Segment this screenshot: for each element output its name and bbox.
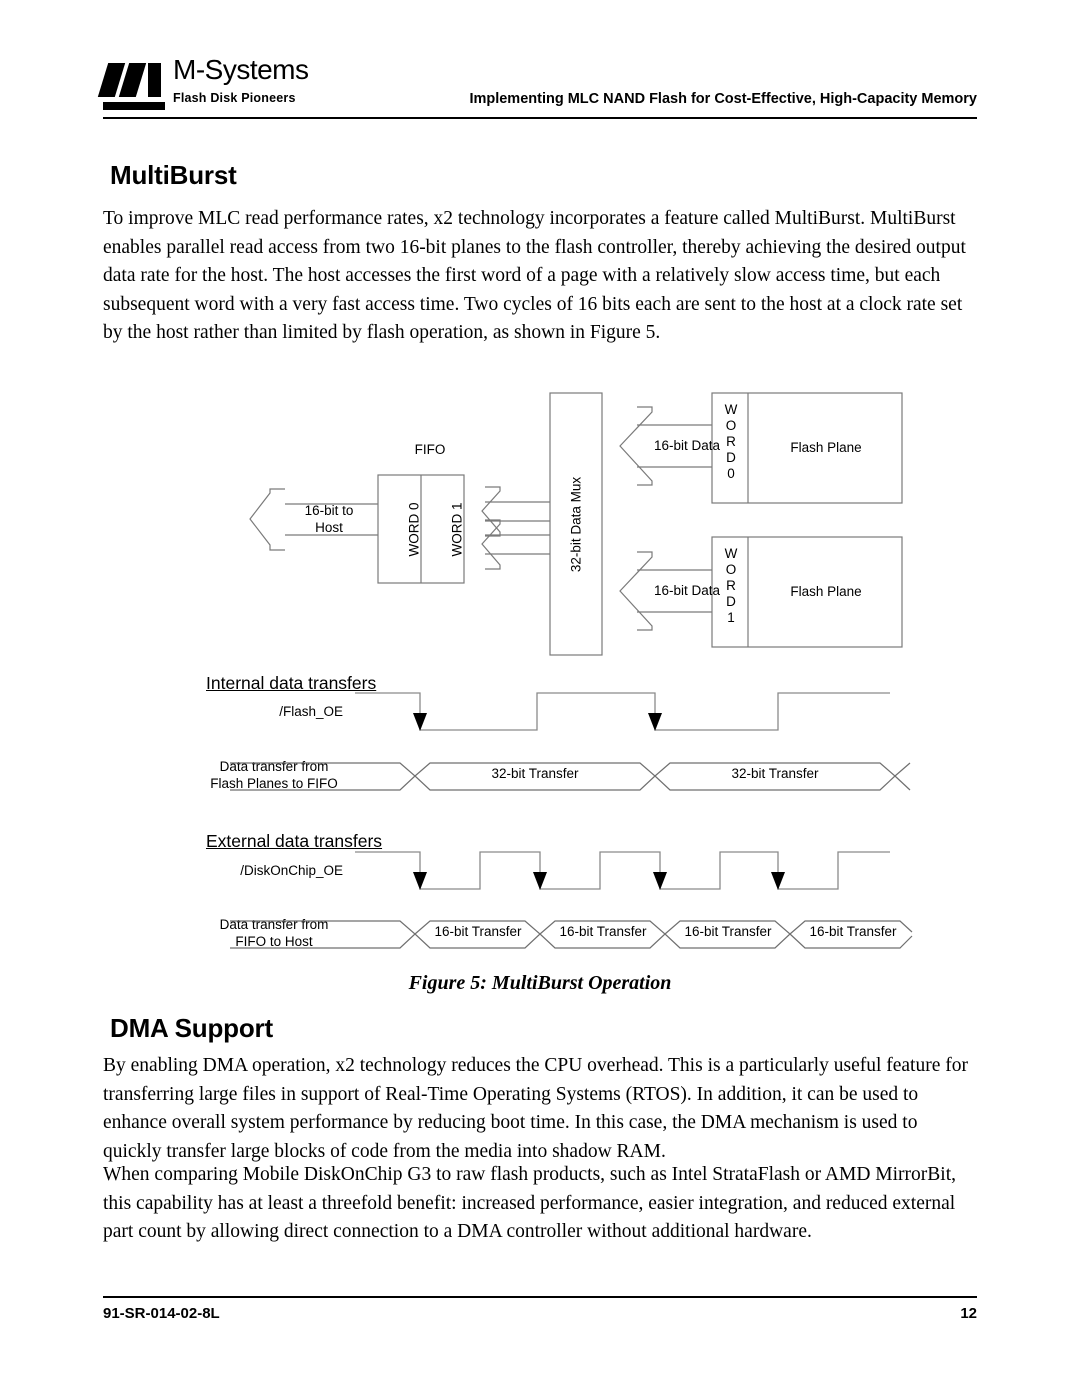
fifo-word0-label: WORD 0 xyxy=(406,502,422,557)
header-title: Implementing MLC NAND Flash for Cost-Eff… xyxy=(469,91,977,107)
host-arrow-label: 16-bit to Host xyxy=(304,503,354,535)
footer-divider xyxy=(103,1296,977,1298)
multiburst-paragraph: To improve MLC read performance rates, x… xyxy=(103,208,966,344)
diskonchip-oe-waveform xyxy=(355,851,890,890)
flash-plane-1-label: Flash Plane xyxy=(790,584,862,599)
fifo-word1-label: WORD 1 xyxy=(449,502,465,557)
figure-caption: Figure 5: MultiBurst Operation xyxy=(408,972,672,994)
internal-bus-value-1: 32-bit Transfer xyxy=(731,766,819,781)
fifo-title: FIFO xyxy=(414,442,446,457)
footer-document-id: 91-SR-014-02-8L xyxy=(103,1305,220,1322)
external-bus-value-0: 16-bit Transfer xyxy=(434,924,522,939)
logo-mark-icon xyxy=(97,63,165,97)
word1-stack-label: W O R D 1 xyxy=(724,546,738,625)
document-page: M-Systems Flash Disk Pioneers Implementi… xyxy=(0,0,1080,1397)
logo-tagline: Flash Disk Pioneers xyxy=(173,91,296,105)
m-systems-logo: M-Systems Flash Disk Pioneers xyxy=(97,54,309,114)
dma-paragraph-1: By enabling DMA operation, x2 technology… xyxy=(103,1055,968,1162)
figure-multiburst-operation: FIFO WORD 0 WORD 1 32-bit Data Mux 16-bi… xyxy=(200,385,920,965)
external-bus-value-1: 16-bit Transfer xyxy=(559,924,647,939)
flash-oe-waveform xyxy=(355,692,890,731)
word0-stack-label: W O R D 0 xyxy=(724,402,738,481)
external-bus-value-2: 16-bit Transfer xyxy=(684,924,772,939)
page-title-multiburst: MultiBurst xyxy=(110,160,237,190)
logo-name: M-Systems xyxy=(173,54,309,85)
footer-page-number: 12 xyxy=(960,1305,977,1322)
page-header: M-Systems Flash Disk Pioneers Implementi… xyxy=(97,54,977,120)
flash-plane-0-label: Flash Plane xyxy=(790,440,862,455)
dma-paragraph-2: When comparing Mobile DiskOnChip G3 to r… xyxy=(103,1164,957,1243)
header-divider xyxy=(103,117,977,119)
mux-label: 32-bit Data Mux xyxy=(568,476,584,573)
page-title-dma-support: DMA Support xyxy=(110,1013,273,1043)
external-bus-value-3: 16-bit Transfer xyxy=(809,924,897,939)
internal-bus-value-0: 32-bit Transfer xyxy=(491,766,579,781)
logo-underline-bar xyxy=(103,102,165,110)
